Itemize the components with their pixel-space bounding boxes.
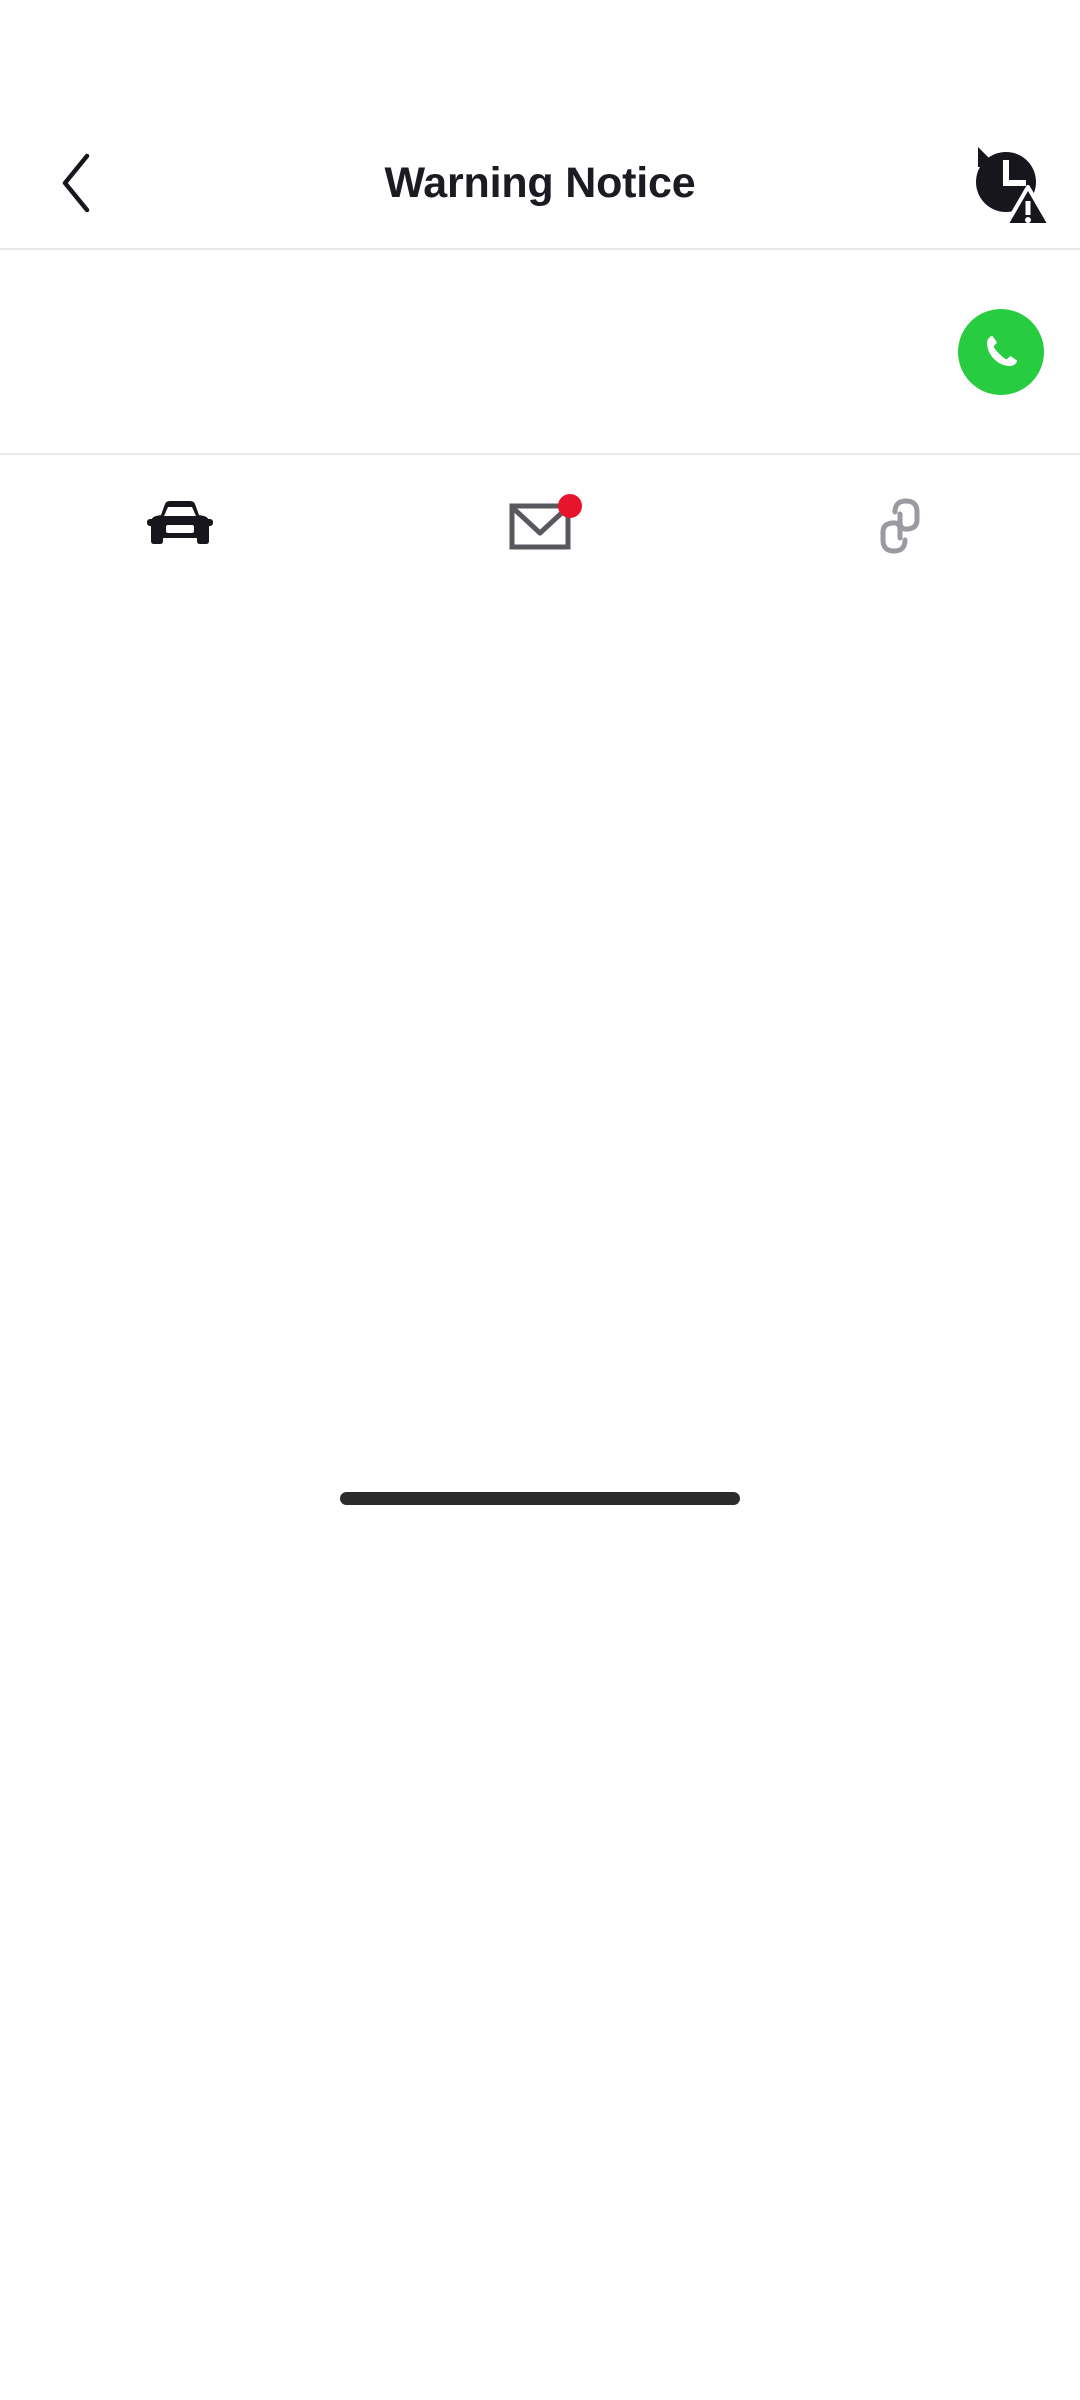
call-button[interactable] (958, 308, 1044, 395)
mail-icon-wrap (509, 494, 582, 550)
link-icon (880, 498, 920, 554)
car-icon-wrap (147, 499, 213, 553)
car-icon (147, 501, 213, 544)
warning-notice-screen: Warning Notice (0, 0, 1080, 2400)
fab-area (0, 250, 1080, 455)
nav-item-links[interactable] (720, 455, 1080, 597)
gesture-zone (0, 597, 1080, 2400)
warning-history-button[interactable] (966, 141, 1050, 225)
page-title: Warning Notice (384, 158, 696, 207)
app-header: Warning Notice (0, 118, 1080, 250)
phone-icon (987, 335, 1017, 366)
bottom-navigation (0, 455, 1080, 597)
home-gesture-bar[interactable] (340, 1492, 740, 1505)
warning-history-icon (969, 144, 1050, 225)
nav-item-vehicle[interactable] (0, 455, 360, 597)
nav-item-messages[interactable] (360, 455, 720, 597)
unread-badge (558, 494, 582, 518)
link-icon-wrap (873, 495, 927, 557)
status-bar (0, 0, 1080, 118)
